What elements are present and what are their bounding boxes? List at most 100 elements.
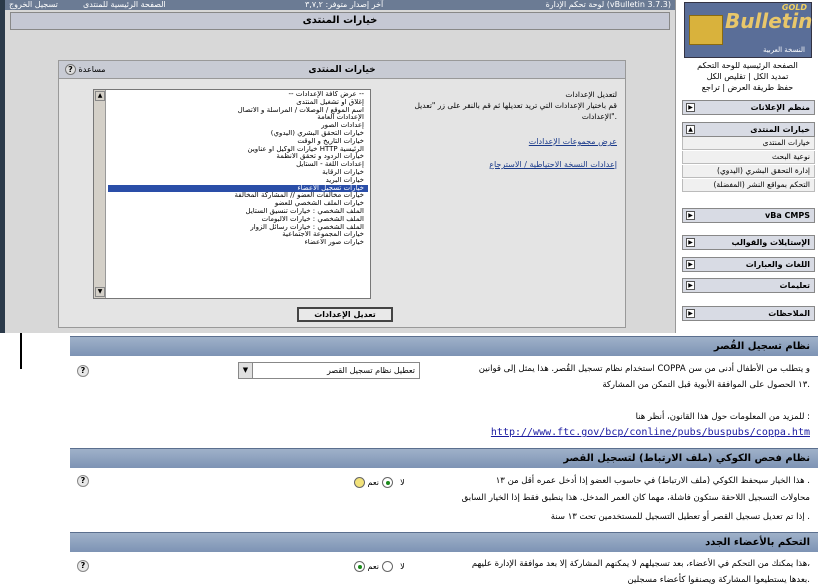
coppa-text-1: استخدام نظام تسجيل القُصر. هذا يمثل إلى … [478, 364, 810, 374]
logout-link[interactable]: تسجيل الخروج [9, 0, 58, 10]
no-label: لا [400, 478, 405, 487]
collapse-icon[interactable]: ▲ [686, 125, 695, 134]
sidebar-section-label: تعليمات [779, 281, 810, 290]
sidebar-section-header[interactable]: ▶ الإستايلات والقوالب [682, 235, 815, 250]
settings-option[interactable]: خيارات صور الأعضاء [108, 239, 368, 247]
logo-text: Bulletin [725, 9, 813, 33]
sidebar-section-header[interactable]: ▶ منظم الإعلانات [682, 100, 815, 115]
cookie-text-1: هذا الخيار سيحفظ الكوكي (ملف الارتباط) ف… [495, 476, 810, 486]
settings-option[interactable]: إغلاق أو تشغيل المنتدى [108, 99, 368, 107]
settings-option[interactable]: الإعدادات العامة [108, 114, 368, 122]
logo-gold: GOLD [781, 3, 807, 12]
settings-option[interactable]: خيارات الردود و تحقق الأنظمة [108, 153, 368, 161]
cookie-text-2: محاولات التسجيل اللاحقة ستكون فاشلة، مهم… [461, 493, 810, 503]
sidebar-section-header[interactable]: ▶ vBa CMPS [682, 208, 815, 223]
sidebar-section-header[interactable]: ▶ اللغات والعبارات [682, 257, 815, 272]
backup-restore-link[interactable]: إعدادات النسخة الاحتياطية / الاسترجاع [392, 159, 617, 170]
cookie-no-radio[interactable] [354, 477, 365, 488]
admin-window: تسجيل الخروج الصفحة الرئيسية للمنتدى آخر… [0, 0, 818, 333]
sidebar-section-label: vBa CMPS [765, 211, 810, 220]
moderate-text-2: بعدها يستطيعوا المشاركة ويصنفوا كأعضاء م… [627, 575, 810, 585]
coppa-text-2: ١٣ الحصول على الموافقة الأبوية قبل التمك… [602, 380, 810, 390]
settings-option[interactable]: إعدادات الصور [108, 122, 368, 130]
moderate-text-1: هذا يمكنك من التحكم في الأعضاء، بعد تسجي… [471, 559, 810, 569]
gold-bars-icon [689, 15, 723, 45]
sidebar-section-label: خيارات المنتدى [750, 125, 810, 134]
settings-option[interactable]: خيارات الرقابة [108, 169, 368, 177]
settings-option[interactable]: خيارات تسجيل الأعضاء [108, 184, 368, 193]
edit-settings-button[interactable]: تعديل الإعدادات [297, 307, 393, 322]
scroll-up-icon[interactable]: ▲ [95, 91, 105, 101]
cookie-text-3: إذا تم تعديل تسجيل القصر أو تعطيل التسجي… [550, 512, 810, 522]
settings-option[interactable]: خيارات البريد [108, 177, 368, 185]
settings-listbox[interactable]: ▲ ▼ -- عرض كافة الإعدادات -- إغلاق أو تشغ… [93, 89, 371, 299]
home-link[interactable]: الصفحة الرئيسية للمنتدى [83, 0, 166, 10]
listbox-scrollbar[interactable]: ▲ ▼ [94, 90, 106, 298]
expand-icon[interactable]: ▶ [686, 238, 695, 247]
setting-groups-link[interactable]: عرض مجموعات الإعدادات [392, 136, 617, 147]
chevron-down-icon[interactable]: ▼ [239, 363, 253, 378]
sidebar-item[interactable]: إدارة التحقق البشري (اليدوي) [682, 165, 815, 178]
expand-icon[interactable]: ▶ [686, 281, 695, 290]
settings-option[interactable]: خيارات التحقق البشري (اليدوي) [108, 130, 368, 138]
page-title: خيارات المنتدى [10, 12, 670, 30]
sidebar-section-header[interactable]: ▲ خيارات المنتدى [682, 122, 815, 137]
sidebar-section-header[interactable]: ▶ الملاحظات [682, 306, 815, 321]
settings-option[interactable]: الملف الشخصي : خيارات الألبومات [108, 216, 368, 224]
logo-subtitle: النسخة العربية [762, 46, 805, 54]
settings-option[interactable]: خيارات المجموعة الاجتماعية [108, 231, 368, 239]
settings-content: نظام تسجيل القُصر ? ▼ تعطيل نظام تسجيل ا… [70, 336, 818, 587]
help-icon[interactable]: ? [77, 365, 89, 377]
expand-icon[interactable]: ▶ [686, 103, 695, 112]
sidebar-links: الصفحة الرئيسية للوحة التحكم تمديد الكل … [676, 60, 818, 93]
save-view-links[interactable]: حفظ طريقة العرض | تراجع [676, 82, 818, 93]
panel-description: لتعديل الإعدادات قم باختيار الإعدادات ال… [392, 89, 618, 170]
panel-title: خيارات المنتدى [308, 65, 376, 75]
settings-option[interactable]: الملف الشخصي : خيارات تنسيق الستايل [108, 208, 368, 216]
sidebar-section-label: اللغات والعبارات [745, 260, 810, 269]
coppa-select[interactable]: ▼ تعطيل نظام تسجيل القصر [238, 362, 420, 379]
cp-title: لوحة تحكم الإدارة (vBulletin 3.7.3) [545, 0, 671, 9]
help-button[interactable]: ? مساعدة [65, 63, 106, 77]
panel-header: خيارات المنتدى ? مساعدة [59, 61, 625, 79]
settings-option[interactable]: خيارات مخالفات العضو // المشاركة المخالف… [108, 192, 368, 200]
sidebar-section-label: منظم الإعلانات [750, 103, 810, 112]
cookie-radio-group: لا نعم [354, 477, 405, 489]
settings-option[interactable]: خيارات الوكيل أو عناوين HTTP الرئيسية [108, 146, 368, 154]
no-label: لا [400, 562, 405, 571]
sidebar-section-label: الملاحظات [768, 309, 810, 318]
main-frame: تسجيل الخروج الصفحة الرئيسية للمنتدى آخر… [5, 0, 675, 333]
coppa-url-link[interactable]: http://www.ftc.gov/bcp/conline/pubs/busp… [410, 426, 810, 440]
moderate-no-radio[interactable] [354, 561, 365, 572]
expand-icon[interactable]: ▶ [686, 260, 695, 269]
settings-option[interactable]: الملف الشخصي : خيارات رسائل الزوار [108, 224, 368, 232]
settings-option[interactable]: -- عرض كافة الإعدادات -- [108, 91, 368, 99]
sidebar-item[interactable]: خيارات المنتدى [682, 137, 815, 150]
expand-collapse-links[interactable]: تمديد الكل | تقليص الكل [676, 71, 818, 82]
help-icon[interactable]: ? [77, 560, 89, 572]
sidebar-item[interactable]: التحكم بمواقع النشر (المفضلة) [682, 179, 815, 192]
help-icon: ? [65, 64, 76, 75]
sidebar-section-header[interactable]: ▶ تعليمات [682, 278, 815, 293]
sidebar-item[interactable]: نوعية البحث [682, 151, 815, 164]
desc-heading: لتعديل الإعدادات [565, 90, 617, 99]
latest-version: آخر إصدار متوفر: ٣,٧,٢ [305, 0, 384, 9]
coppa-url[interactable]: http://www.ftc.gov/bcp/conline/pubs/busp… [491, 427, 810, 438]
cp-home-link[interactable]: الصفحة الرئيسية للوحة التحكم [676, 60, 818, 71]
moderate-yes-radio[interactable] [381, 561, 393, 572]
section-cookie-header: نظام فحص الكوكي (ملف الارتباط) لتسجيل ال… [70, 448, 818, 468]
options-panel: خيارات المنتدى ? مساعدة ▲ ▼ -- عرض كافة … [58, 60, 626, 328]
section-moderate-header: التحكم بالأعضاء الجدد [70, 532, 818, 552]
expand-icon[interactable]: ▶ [686, 309, 695, 318]
settings-option[interactable]: خيارات التاريخ و الوقت [108, 138, 368, 146]
settings-option[interactable]: اسم الموقع / الوصلات / المراسلة و الاتصا… [108, 107, 368, 115]
scroll-down-icon[interactable]: ▼ [95, 287, 105, 297]
expand-icon[interactable]: ▶ [686, 211, 695, 220]
desc-text: قم باختيار الإعدادات التي تريد تعديلها ث… [414, 101, 618, 121]
settings-option[interactable]: إعدادات اللغة - الستايل [108, 161, 368, 169]
cookie-yes-radio[interactable] [381, 477, 393, 488]
help-icon[interactable]: ? [77, 475, 89, 487]
sidebar-section-label: الإستايلات والقوالب [731, 238, 810, 247]
vbulletin-logo: Bulletin GOLD النسخة العربية [684, 2, 812, 58]
settings-option[interactable]: خيارات الملف الشخصي للعضو [108, 200, 368, 208]
